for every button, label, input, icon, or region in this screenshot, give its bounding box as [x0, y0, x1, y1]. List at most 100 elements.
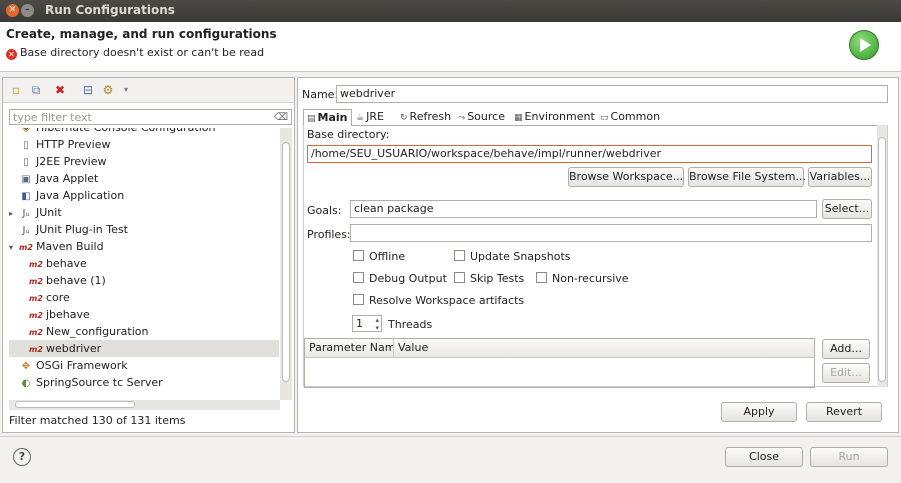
tree-horizontal-scrollbar[interactable] [9, 400, 280, 410]
parameter-table[interactable]: Parameter Name Value [304, 338, 815, 388]
tree-item-webdriver[interactable]: m2 webdriver [9, 340, 279, 357]
tab-environment[interactable]: ▦ Environment [511, 109, 598, 125]
base-dir-input[interactable]: /home/SEU_USUARIO/workspace/behave/impl/… [307, 145, 872, 163]
apply-button[interactable]: Apply [721, 402, 797, 422]
tree-vertical-scrollbar[interactable] [280, 128, 292, 400]
spinner-arrows-icon[interactable]: ▴ ▾ [375, 316, 379, 332]
tab-common[interactable]: ▭ Common [597, 109, 663, 125]
select-goals-button[interactable]: Select... [822, 199, 872, 219]
spring-icon: ◐ [21, 378, 31, 389]
dialog-heading: Create, manage, and run configurations [6, 27, 277, 41]
dialog-header: Create, manage, and run configurations ✕… [0, 22, 901, 72]
tab-source[interactable]: ⤳ Source [455, 109, 508, 125]
source-icon: ⤳ [458, 113, 466, 123]
help-icon[interactable]: ? [13, 448, 31, 466]
skip-tests-checkbox[interactable]: Skip Tests [454, 272, 524, 285]
browse-workspace-button[interactable]: Browse Workspace... [568, 167, 684, 187]
environment-icon: ▦ [514, 113, 523, 123]
editor-vertical-scrollbar[interactable] [877, 125, 887, 387]
collapse-arrow-icon[interactable]: ▾ [9, 239, 19, 256]
maven-icon: m2 [29, 345, 43, 354]
tree-item-java-application[interactable]: ◧ Java Application [9, 187, 279, 204]
maven-icon: m2 [29, 311, 43, 320]
threads-spinner[interactable]: 1 ▴ ▾ [352, 315, 382, 332]
param-value-header[interactable]: Value [398, 341, 428, 354]
tree-item-junit-plug-in-test[interactable]: Jᵤ JUnit Plug-in Test [9, 221, 279, 238]
tree-item-label: Java Applet [36, 172, 99, 185]
base-dir-label: Base directory: [307, 128, 390, 141]
resolve-workspace-checkbox[interactable]: Resolve Workspace artifacts [353, 294, 524, 307]
tree-item-behave[interactable]: m2 behave [9, 255, 279, 272]
name-input[interactable]: webdriver [336, 85, 888, 103]
new-config-icon[interactable]: ▫ [9, 83, 23, 97]
delete-config-icon[interactable]: ✖ [53, 83, 67, 97]
tree-item-j2ee-preview[interactable]: ▯ J2EE Preview [9, 153, 279, 170]
tree-item-label: HTTP Preview [36, 138, 111, 151]
tree-item-label: Java Application [36, 189, 125, 202]
tab-refresh[interactable]: ↻ Refresh [397, 109, 454, 125]
maven-icon: m2 [29, 277, 43, 286]
tree-item-label: core [46, 291, 70, 304]
document-icon: ▯ [23, 157, 29, 168]
close-button[interactable]: Close [725, 447, 803, 467]
config-list-panel: ▫ ⧉ ✖ ⊟ ⚙ ▾ type filter text ⌫ ◈Hibernat… [2, 77, 295, 433]
tree-item-http-preview[interactable]: ▯ HTTP Preview [9, 136, 279, 153]
variables-button[interactable]: Variables... [808, 167, 872, 187]
edit-parameter-button: Edit... [822, 363, 870, 383]
goals-label: Goals: [307, 204, 342, 217]
tree-item-java-applet[interactable]: ▣ Java Applet [9, 170, 279, 187]
non-recursive-checkbox[interactable]: Non-recursive [536, 272, 629, 285]
tree-item-label: behave [46, 257, 87, 270]
config-toolbar: ▫ ⧉ ✖ ⊟ ⚙ ▾ [3, 78, 294, 103]
tree-item-new-configuration[interactable]: m2 New_configuration [9, 323, 279, 340]
tree-item-core[interactable]: m2 core [9, 289, 279, 306]
title-bar: ✕ – Run Configurations [0, 0, 901, 22]
profiles-label: Profiles: [307, 228, 351, 241]
update-snapshots-checkbox[interactable]: Update Snapshots [454, 250, 571, 263]
filter-icon[interactable]: ⚙ [101, 83, 115, 97]
param-name-header[interactable]: Parameter Name [309, 341, 393, 354]
tree-item-jbehave[interactable]: m2 jbehave [9, 306, 279, 323]
tree-item-hibernate-console-configuration[interactable]: ◈Hibernate Console Configuration [9, 128, 279, 136]
tab-jre[interactable]: ☕ JRE [353, 109, 387, 125]
maven-icon: m2 [29, 260, 43, 269]
run-button: Run [810, 447, 888, 467]
config-tabs: ▤ Main ☕ JRE ↻ Refresh ⤳ Source ▦ Environment… [303, 109, 888, 126]
add-parameter-button[interactable]: Add... [822, 339, 870, 359]
tree-item-label: JUnit [36, 206, 62, 219]
tree-item-junit[interactable]: ▸ Jᵤ JUnit [9, 204, 279, 221]
minimize-window-icon[interactable]: – [21, 4, 34, 17]
tree-item-maven-build[interactable]: ▾ m2 Maven Build [9, 238, 279, 255]
java-app-icon: ◧ [21, 191, 31, 202]
collapse-all-icon[interactable]: ⊟ [81, 83, 95, 97]
duplicate-config-icon[interactable]: ⧉ [29, 83, 43, 97]
filter-placeholder: type filter text [13, 111, 92, 124]
filter-input[interactable]: type filter text ⌫ [9, 109, 292, 125]
junit-icon: Jᵤ [22, 208, 30, 219]
junit-plugin-icon: Jᵤ [22, 225, 30, 236]
filter-dropdown-icon[interactable]: ▾ [119, 83, 133, 97]
tree-item-label: New_configuration [46, 325, 149, 338]
maven-icon: m2 [29, 328, 43, 337]
tree-item-osgi-framework[interactable]: ✥ OSGi Framework [9, 357, 279, 374]
filter-status: Filter matched 130 of 131 items [9, 414, 186, 427]
tree-item-behave-1[interactable]: m2 behave (1) [9, 272, 279, 289]
run-banner-icon [849, 30, 879, 60]
tree-item-springsource-tc-server[interactable]: ◐ SpringSource tc Server [9, 374, 279, 391]
close-window-icon[interactable]: ✕ [6, 4, 19, 17]
expand-arrow-icon[interactable]: ▸ [9, 205, 19, 222]
goals-input[interactable]: clean package [350, 200, 817, 218]
offline-checkbox[interactable]: Offline [353, 250, 405, 263]
revert-button[interactable]: Revert [806, 402, 882, 422]
debug-output-checkbox[interactable]: Debug Output [353, 272, 447, 285]
tree-item-label: J2EE Preview [36, 155, 107, 168]
error-message: ✕ Base directory doesn't exist or can't b… [6, 46, 264, 60]
profiles-input[interactable] [350, 224, 872, 242]
tree-item-label: Maven Build [36, 240, 104, 253]
config-editor-panel: Name: webdriver ▤ Main ☕ JRE ↻ Refresh ⤳ Sou… [297, 77, 899, 433]
threads-label: Threads [388, 318, 433, 331]
tree-item-label: jbehave [46, 308, 90, 321]
clear-filter-icon[interactable]: ⌫ [274, 110, 288, 126]
browse-file-system-button[interactable]: Browse File System... [688, 167, 806, 187]
tab-main[interactable]: ▤ Main [303, 109, 352, 126]
